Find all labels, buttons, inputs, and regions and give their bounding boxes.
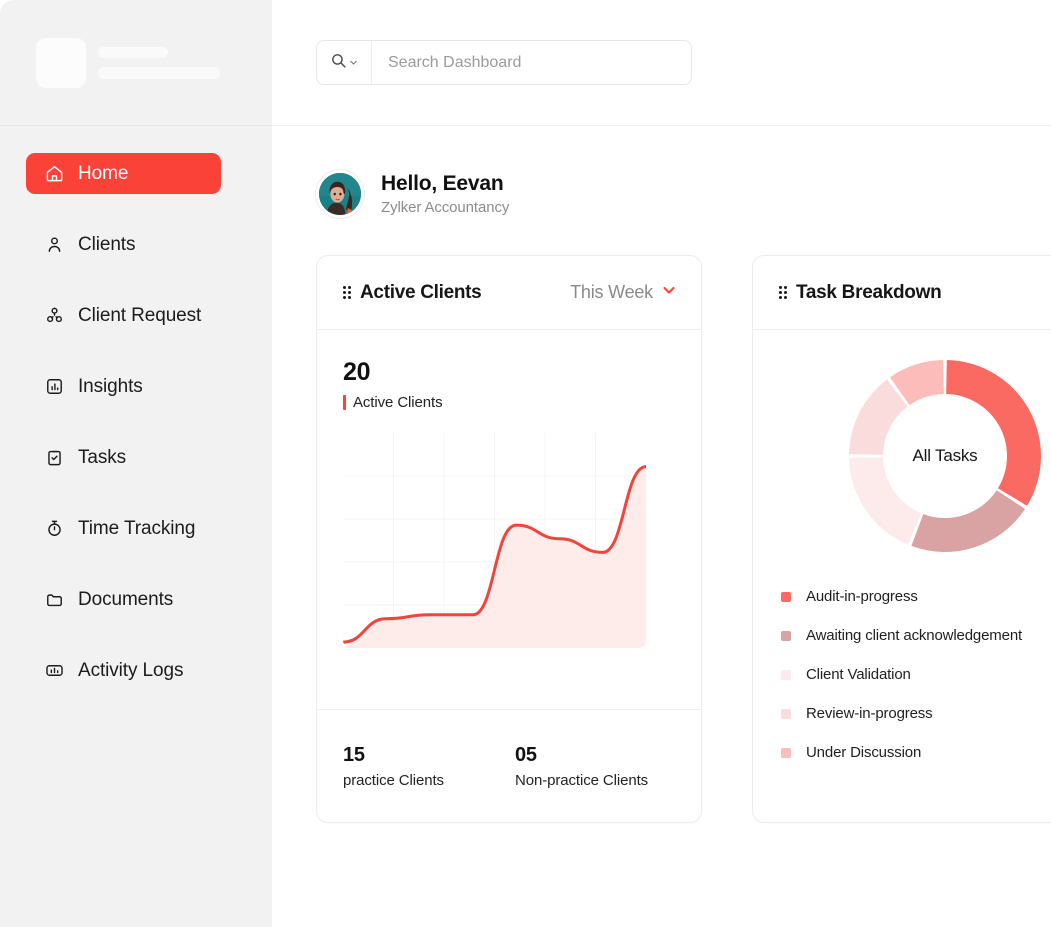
avatar[interactable]: [316, 170, 364, 218]
sidebar-item-insights[interactable]: Insights: [26, 366, 221, 407]
drag-handle-icon[interactable]: [343, 286, 351, 299]
legend-item[interactable]: Client Validation: [781, 666, 1051, 683]
sidebar-item-label: Tasks: [78, 447, 127, 468]
sidebar-item-label: Clients: [78, 234, 136, 255]
donut-segment[interactable]: [946, 360, 1041, 506]
legend-item[interactable]: Review-in-progress: [781, 705, 1051, 722]
legend-swatch-icon: [781, 708, 791, 719]
task-breakdown-donut-chart: All Tasks: [845, 356, 1045, 556]
brand-logo-placeholder: [36, 37, 86, 88]
legend-item[interactable]: Audit-in-progress: [781, 588, 1051, 605]
card-header-left: Task Breakdown: [779, 281, 942, 304]
search-scope-selector[interactable]: [317, 41, 372, 84]
active-clients-footer-stats: 15 practice Clients 05 Non-practice Clie…: [317, 709, 701, 822]
legend-label: Under Discussion: [806, 744, 922, 761]
sidebar-item-activity-logs[interactable]: Activity Logs: [26, 650, 221, 691]
task-breakdown-body: All Tasks Audit-in-progress Awaiting clie…: [753, 330, 1051, 822]
legend-label: Client Validation: [806, 666, 911, 683]
sidebar-nav: Home Clients Client Request Insights Tas…: [0, 126, 272, 691]
card-header-left: Active Clients: [343, 281, 482, 304]
search-input[interactable]: [372, 41, 691, 84]
greeting-text: Hello, Eevan Zylker Accountancy: [381, 172, 509, 216]
active-clients-card: Active Clients This Week 20 Active Clien…: [316, 255, 702, 823]
legend-swatch-icon: [781, 591, 791, 602]
chevron-down-icon: [349, 54, 358, 72]
stat-label: Non-practice Clients: [515, 771, 649, 789]
sidebar: Home Clients Client Request Insights Tas…: [0, 0, 272, 927]
drag-handle-icon[interactable]: [779, 286, 787, 299]
active-clients-card-header: Active Clients This Week: [317, 256, 701, 330]
main-area: Hello, Eevan Zylker Accountancy Active C…: [272, 0, 1051, 927]
period-selector[interactable]: This Week: [570, 282, 677, 303]
tasks-checklist-icon: [44, 448, 64, 468]
greeting-block: Hello, Eevan Zylker Accountancy: [316, 170, 1051, 218]
legend-swatch-icon: [781, 747, 791, 758]
page-title: Hello, Eevan: [381, 172, 504, 195]
active-clients-caption-label: Active Clients: [353, 393, 443, 411]
legend-swatch-icon: [781, 669, 791, 680]
stopwatch-icon: [44, 519, 64, 539]
sidebar-item-label: Activity Logs: [78, 660, 184, 681]
chevron-down-icon: [661, 282, 677, 303]
search-icon: [330, 52, 347, 74]
card-title: Task Breakdown: [796, 281, 942, 303]
active-clients-area-chart: [343, 432, 646, 648]
cards-row: Active Clients This Week 20 Active Clien…: [316, 255, 1051, 823]
search-bar: [316, 40, 692, 85]
task-breakdown-card: Task Breakdown All Tasks Audit-in-progre…: [752, 255, 1051, 823]
period-label: This Week: [570, 282, 653, 302]
legend-label: Audit-in-progress: [806, 588, 918, 605]
home-icon: [44, 164, 64, 184]
brand-line-secondary: [98, 66, 220, 79]
sidebar-item-tasks[interactable]: Tasks: [26, 437, 221, 478]
sidebar-item-clients[interactable]: Clients: [26, 224, 221, 265]
client-request-icon: [44, 306, 64, 326]
active-clients-value: 20: [343, 358, 371, 386]
card-title: Active Clients: [360, 281, 482, 303]
folder-icon: [44, 590, 64, 610]
legend-item[interactable]: Under Discussion: [781, 744, 1051, 761]
activity-logs-icon: [44, 661, 64, 681]
active-clients-caption: Active Clients: [343, 394, 675, 411]
user-icon: [44, 235, 64, 255]
dashboard-content: Hello, Eevan Zylker Accountancy Active C…: [272, 126, 1051, 927]
active-clients-body: 20 Active Clients: [317, 330, 701, 709]
task-breakdown-legend: Audit-in-progress Awaiting client acknowl…: [753, 588, 1051, 761]
sidebar-item-label: Time Tracking: [78, 518, 196, 539]
sidebar-item-time-tracking[interactable]: Time Tracking: [26, 508, 221, 549]
sidebar-item-documents[interactable]: Documents: [26, 579, 221, 620]
stat-non-practice-clients: 05 Non-practice Clients: [515, 744, 648, 789]
sidebar-item-home[interactable]: Home: [26, 153, 221, 194]
insights-chart-icon: [44, 377, 64, 397]
task-breakdown-card-header: Task Breakdown: [753, 256, 1051, 330]
donut-segment[interactable]: [849, 379, 908, 455]
sidebar-item-label: Client Request: [78, 305, 202, 326]
legend-item[interactable]: Awaiting client acknowledgement: [781, 627, 1051, 644]
brand-line-primary: [98, 46, 168, 58]
company-name: Zylker Accountancy: [381, 199, 510, 216]
sidebar-item-label: Home: [78, 163, 129, 184]
stat-value: 05: [515, 743, 537, 766]
stat-practice-clients: 15 practice Clients: [343, 744, 515, 789]
legend-swatch-icon: [781, 630, 791, 641]
donut-segment[interactable]: [911, 490, 1026, 552]
dashboard-app: Home Clients Client Request Insights Tas…: [0, 0, 1051, 927]
brand-header: [0, 0, 272, 126]
stat-label: practice Clients: [343, 771, 444, 789]
sidebar-item-label: Insights: [78, 376, 143, 397]
brand-text-placeholder: [98, 46, 220, 79]
legend-label: Awaiting client acknowledgement: [806, 627, 1023, 644]
topbar: [272, 0, 1051, 126]
sidebar-item-client-request[interactable]: Client Request: [26, 295, 221, 336]
accent-bar-icon: [343, 394, 346, 410]
donut-segment[interactable]: [849, 457, 922, 545]
legend-label: Review-in-progress: [806, 705, 933, 722]
sidebar-item-label: Documents: [78, 589, 174, 610]
stat-value: 15: [343, 743, 365, 766]
